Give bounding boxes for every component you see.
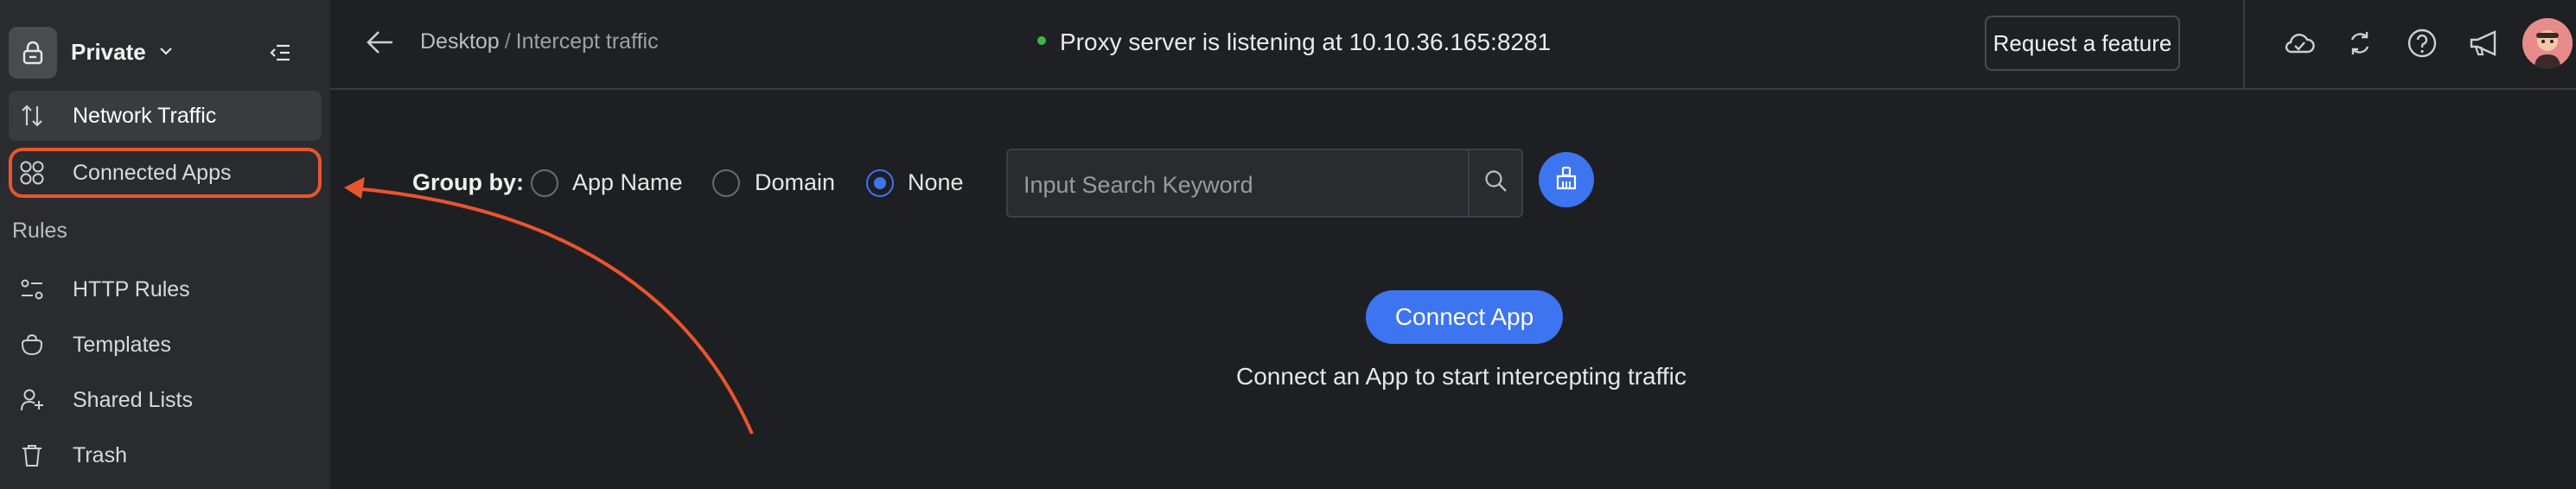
sidebar-item-label: Templates (73, 332, 171, 357)
proxy-status-text: Proxy server is listening at 10.10.36.16… (1060, 29, 1552, 55)
status-dot (1037, 36, 1046, 45)
trash-icon (19, 442, 45, 468)
chevron-down-icon (157, 42, 175, 64)
top-bar: Desktop / Intercept traffic Proxy server i… (330, 0, 2576, 90)
breadcrumb-current: Intercept traffic (515, 29, 659, 54)
user-add-icon (19, 387, 45, 413)
sidebar-item-http-rules[interactable]: HTTP Rules (9, 264, 322, 314)
megaphone-icon[interactable] (2467, 26, 2502, 60)
lock-icon (9, 27, 57, 79)
sidebar-item-templates[interactable]: Templates (9, 320, 322, 370)
search-icon (1483, 168, 1509, 199)
sidebar-item-network-traffic[interactable]: Network Traffic (9, 91, 322, 141)
arrows-up-down-icon (19, 103, 45, 129)
sidebar-item-label: Network Traffic (73, 103, 217, 128)
radio-label-none[interactable]: None (908, 169, 964, 196)
search-button[interactable] (1468, 150, 1523, 216)
sidebar-item-connected-apps[interactable]: Connected Apps (9, 148, 322, 198)
avatar[interactable] (2522, 18, 2573, 68)
sidebar-item-label: Shared Lists (73, 387, 193, 412)
breadcrumb: Desktop / Intercept traffic (420, 29, 659, 54)
bag-icon (19, 332, 45, 358)
connect-app-message: Connect an App to start intercepting tra… (1236, 363, 1687, 390)
cloud-icon[interactable] (2282, 26, 2317, 60)
sidebar-item-label: Trash (73, 442, 127, 467)
sidebar-item-trash[interactable]: Trash (9, 430, 322, 480)
back-arrow-icon[interactable] (365, 28, 396, 61)
broom-icon (1553, 165, 1579, 195)
search-input[interactable] (1023, 169, 1456, 200)
workspace-label: Private (71, 39, 146, 65)
rules-section-label: Rules (12, 219, 67, 243)
breadcrumb-separator: / (504, 29, 511, 54)
radio-label-domain[interactable]: Domain (755, 169, 835, 196)
sidebar-item-label: HTTP Rules (73, 276, 190, 302)
search-box (1006, 149, 1523, 218)
sidebar-item-label: Connected Apps (73, 160, 232, 185)
divider (2243, 0, 2245, 90)
sync-icon[interactable] (2343, 26, 2377, 60)
breadcrumb-root[interactable]: Desktop (420, 29, 500, 54)
clear-filter-button[interactable] (1539, 152, 1594, 207)
sidebar-item-shared-lists[interactable]: Shared Lists (9, 375, 322, 425)
workspace-switcher[interactable]: Private (9, 27, 322, 79)
annotation-arrow (344, 177, 754, 435)
help-icon[interactable] (2405, 26, 2439, 60)
connect-app-button[interactable]: Connect App (1366, 290, 1563, 344)
sidebar: Private Network Traffic Connected Apps R… (0, 0, 330, 489)
radio-none[interactable] (866, 169, 894, 197)
collapse-sidebar-icon[interactable] (268, 41, 292, 69)
rules-icon (19, 276, 45, 302)
proxy-status: Proxy server is listening at 10.10.36.16… (1037, 29, 1551, 56)
request-feature-button[interactable]: Request a feature (1985, 16, 2180, 71)
apps-grid-icon (19, 160, 45, 186)
